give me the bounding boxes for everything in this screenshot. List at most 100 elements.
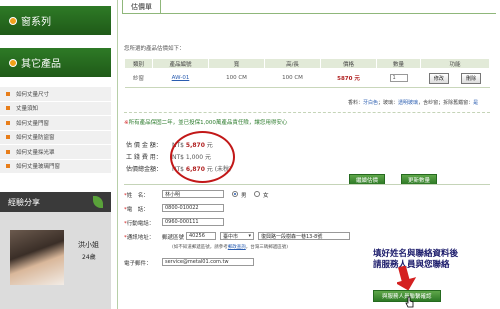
leaf-icon	[93, 196, 103, 208]
notice-text: 所有產品保固二年，並已投保1,000萬產品責任險，讓您用得安心	[128, 120, 288, 126]
label-text: 姓 名：	[126, 193, 149, 199]
sub-menu-label: 如何丈量玻璃門窗	[16, 164, 61, 171]
spec-highlight: 牙白色	[363, 100, 379, 106]
column-header: 功能	[420, 58, 490, 69]
square-bullet-icon	[6, 149, 10, 154]
phone-label: *電 話：	[124, 207, 149, 213]
city-value: 臺中市	[223, 233, 239, 240]
width-cell: 100 CM	[208, 68, 265, 88]
sub-menu-item[interactable]: 如何丈量門窗	[0, 116, 111, 131]
customer-age: 24歲	[82, 254, 96, 261]
phone-input[interactable]: 0800-010022	[162, 204, 224, 212]
intro-text: 您所選的產品估價如下：	[124, 46, 185, 52]
category-windows[interactable]: 窗系列	[0, 6, 111, 36]
email-input[interactable]: service@metal01.com.tw	[162, 258, 254, 266]
postal-lookup-link[interactable]: 郵政查詢	[228, 245, 246, 250]
sub-menu-label: 如何丈量門窗	[16, 120, 50, 127]
category-other-products[interactable]: 其它產品	[0, 48, 111, 78]
sidebar: 窗系列 其它產品 如何丈量尺寸 丈量須知 如何丈量門窗 如何丈量防盜窗 如何丈量…	[0, 0, 111, 309]
hint-text: ，台灣三碼郵遞區號)	[245, 245, 289, 250]
quantity-input[interactable]: 1	[389, 74, 408, 82]
qty-cell: 1	[376, 68, 421, 88]
name-label: *姓 名：	[124, 193, 149, 199]
hand-cursor-icon	[405, 296, 414, 308]
fee-label: 估 價 金 額：	[126, 142, 162, 149]
mobile-input[interactable]: 0960-000111	[162, 218, 224, 226]
label-text: 電 話：	[126, 207, 149, 213]
sub-menu-label: 如何丈量防盜窗	[16, 135, 55, 142]
warranty-notice: ※所有產品保固二年，並已投保1,000萬產品責任險，讓您用得安心	[124, 118, 287, 126]
product-code-link[interactable]: AW-01	[152, 68, 209, 88]
spec-highlight: 透明玻璃	[398, 100, 419, 106]
sub-menu-item[interactable]: 如何丈量玻璃門窗	[0, 159, 111, 174]
customer-name: 洪小姐	[78, 241, 99, 249]
fee-label: 工 錢 費 用：	[126, 154, 162, 161]
column-header: 高/長	[264, 58, 321, 69]
zip-hint: (如不知道郵遞區號，請參考郵政查詢，台灣三碼郵遞區號)	[172, 244, 288, 250]
hint-text: (如不知道郵遞區號，請參考	[172, 245, 228, 250]
square-bullet-icon	[6, 164, 10, 169]
experience-header: 經驗分享	[0, 192, 111, 212]
spec-highlight: 是	[473, 100, 479, 106]
spec-text: ，含紗窗	[418, 100, 439, 106]
quote-table: 類別 產品編號 寬 高/長 價格 數量 功能 紗窗 AW-01 100 CM 1…	[124, 58, 490, 88]
spec-line: 香料：牙白色；玻璃：透明玻璃，含紗窗；拆除舊鐵窗：是	[348, 99, 478, 106]
sub-menu: 如何丈量尺寸 丈量須知 如何丈量門窗 如何丈量防盜窗 如何丈量採光罩 如何丈量玻…	[0, 87, 111, 174]
instruction-callout: 填好姓名與聯絡資料後 請服務人員與您聯絡	[373, 249, 500, 271]
experience-box[interactable]: 洪小姐 24歲	[0, 212, 111, 309]
category-cell: 紗窗	[124, 68, 153, 88]
square-bullet-icon	[6, 91, 10, 96]
column-header: 類別	[124, 58, 153, 69]
male-label: 男	[241, 193, 247, 199]
address-label: *通訊地址：	[124, 235, 155, 241]
sub-menu-item[interactable]: 如何丈量防盜窗	[0, 130, 111, 145]
zip-label: 郵遞區號	[162, 235, 185, 241]
sub-menu-label: 丈量須知	[16, 106, 39, 113]
edit-button[interactable]: 修改	[428, 72, 449, 84]
mobile-label: *行動電話：	[124, 221, 155, 227]
highlight-circle	[170, 131, 235, 183]
table-row: 紗窗 AW-01 100 CM 100 CM 5870 元 1 修改 刪除	[124, 68, 490, 88]
sub-menu-item[interactable]: 如何丈量尺寸	[0, 87, 111, 102]
zip-input[interactable]: 40256	[186, 232, 216, 240]
table-header-row: 類別 產品編號 寬 高/長 價格 數量 功能	[124, 58, 490, 69]
main-content: 估價單 您所選的產品估價如下： 類別 產品編號 寬 高/長 價格 數量 功能 紗…	[117, 0, 500, 309]
female-label: 女	[263, 193, 269, 199]
city-select[interactable]: 臺中市 ▾	[220, 232, 254, 240]
female-radio[interactable]	[254, 191, 260, 197]
column-header: 產品編號	[152, 58, 209, 69]
customer-photo	[10, 230, 64, 285]
height-cell: 100 CM	[264, 68, 321, 88]
quote-tab: 估價單	[122, 0, 161, 14]
male-radio[interactable]	[232, 191, 238, 197]
experience-title: 經驗分享	[8, 197, 40, 207]
category-label: 窗系列	[21, 17, 51, 28]
bullet-icon	[9, 59, 17, 67]
spec-text: 香料：	[348, 100, 364, 106]
square-bullet-icon	[6, 106, 10, 111]
page: 窗系列 其它產品 如何丈量尺寸 丈量須知 如何丈量門窗 如何丈量防盜窗 如何丈量…	[0, 0, 500, 309]
square-bullet-icon	[6, 120, 10, 125]
sub-menu-label: 如何丈量採光罩	[16, 149, 55, 156]
square-bullet-icon	[6, 135, 10, 140]
address-input[interactable]: 復興路一段樹森一巷13-8號	[258, 232, 350, 240]
callout-line: 請服務人員與您聯絡	[373, 260, 450, 270]
delete-button[interactable]: 刪除	[461, 72, 482, 84]
column-header: 寬	[208, 58, 265, 69]
fee-label: 估價總金額：	[126, 166, 163, 173]
name-input[interactable]: 林小明	[162, 190, 224, 198]
label-text: 通訊地址：	[126, 235, 155, 241]
sub-menu-item[interactable]: 丈量須知	[0, 101, 111, 116]
divider	[124, 184, 490, 185]
price-cell: 5870 元	[320, 68, 377, 88]
spec-text: ；玻璃：	[378, 100, 399, 106]
action-cell: 修改 刪除	[420, 68, 490, 88]
sub-menu-item[interactable]: 如何丈量採光罩	[0, 145, 111, 160]
divider	[124, 112, 490, 113]
sub-menu-label: 如何丈量尺寸	[16, 91, 50, 98]
column-header: 價格	[320, 58, 377, 69]
chevron-down-icon: ▾	[248, 233, 251, 239]
label-text: 行動電話：	[126, 221, 155, 227]
email-label: 電子郵件：	[124, 261, 152, 267]
divider	[122, 13, 496, 14]
